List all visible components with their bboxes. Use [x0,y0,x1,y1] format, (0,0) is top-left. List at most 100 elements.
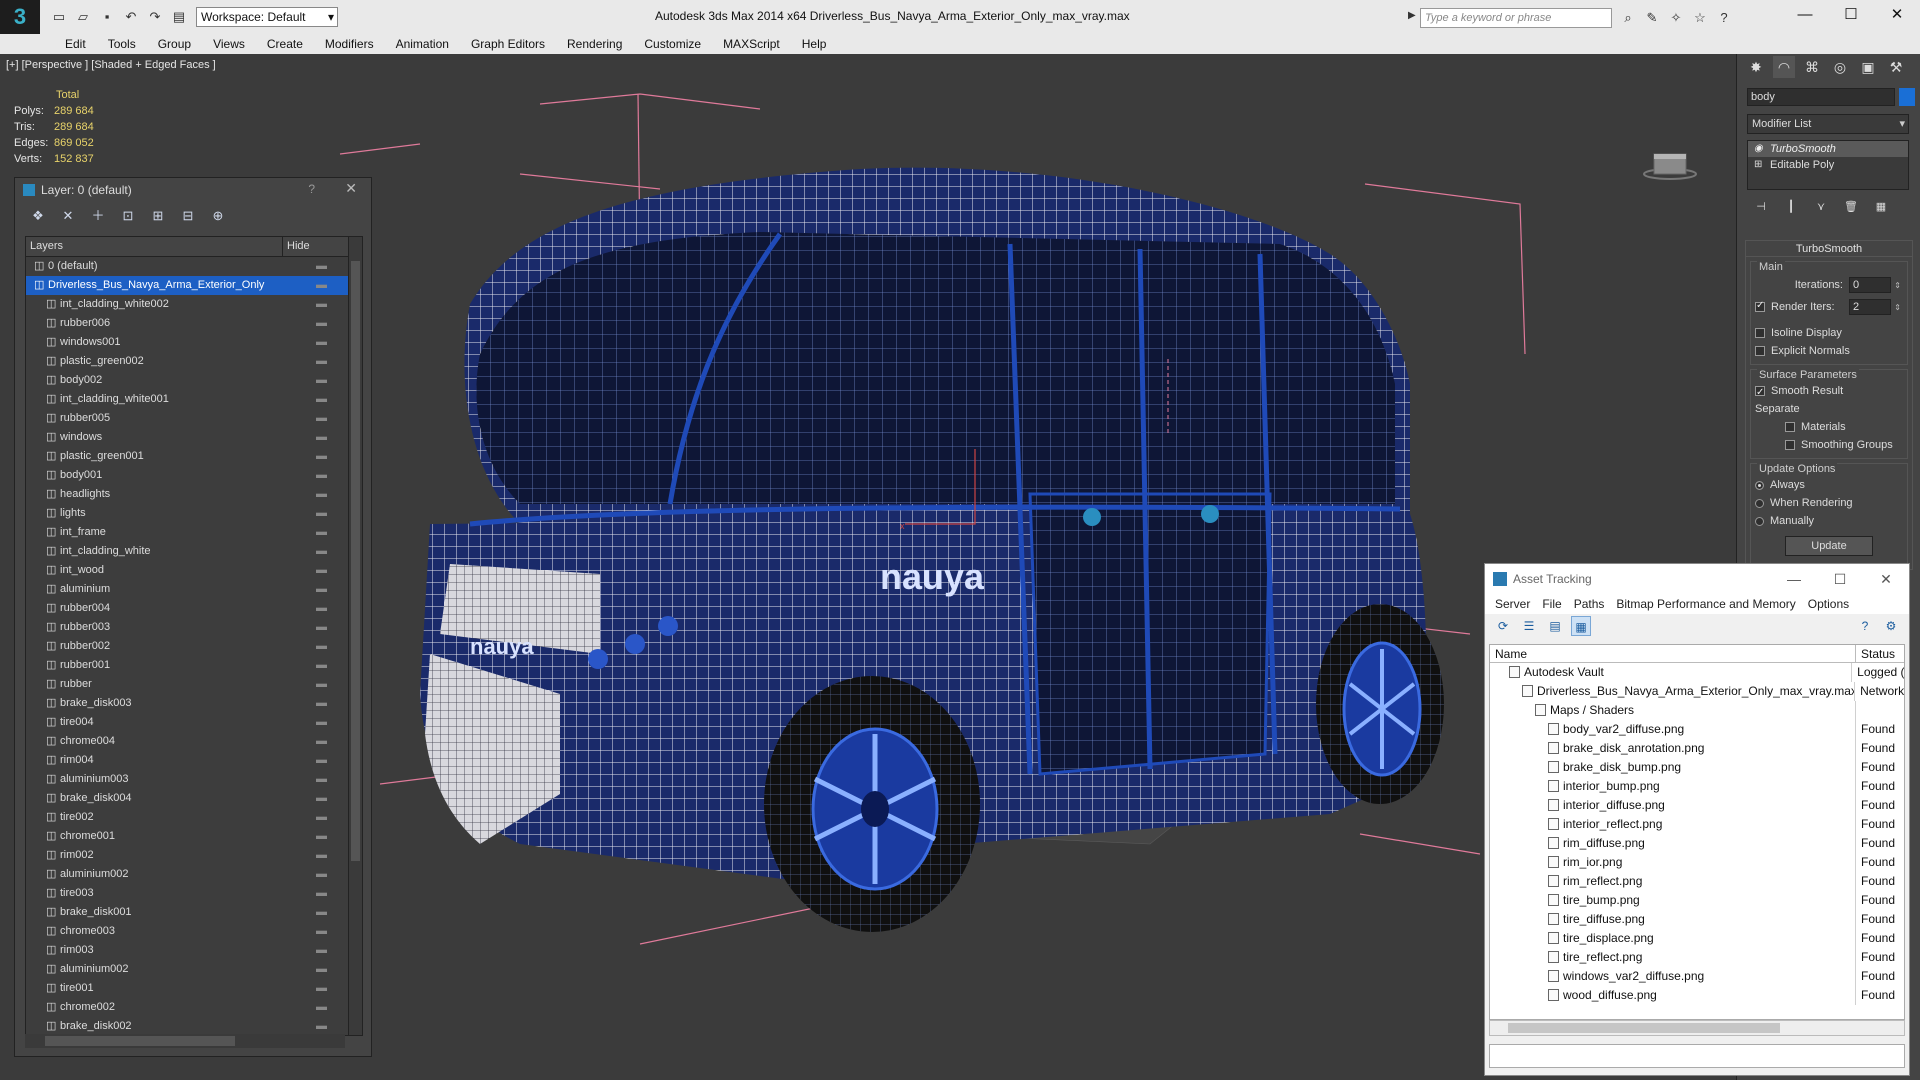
object-row[interactable]: ◫ tire004 ▬ [26,713,362,732]
viewcube-icon[interactable] [1642,150,1698,180]
asset-row[interactable]: brake_disk_bump.png Found [1490,758,1904,777]
stack-item-editable-poly[interactable]: ⊞ Editable Poly [1748,157,1908,173]
hide-toggle-icon[interactable]: ▬ [316,637,327,656]
always-radio[interactable] [1755,480,1764,490]
object-row[interactable]: ◫ rubber003 ▬ [26,618,362,637]
asset-row[interactable]: Driverless_Bus_Navya_Arma_Exterior_Only_… [1490,682,1904,701]
modify-tab-icon[interactable]: ◠ [1773,56,1795,78]
object-row[interactable]: ◫ tire003 ▬ [26,884,362,903]
hide-toggle-icon[interactable]: ▬ [316,865,327,884]
hide-toggle-icon[interactable]: ▬ [316,998,327,1017]
asset-row[interactable]: Maps / Shaders [1490,701,1904,720]
pin-stack-icon[interactable]: ⊣ [1753,198,1769,216]
hide-toggle-icon[interactable]: ▬ [316,979,327,998]
create-tab-icon[interactable]: ✸ [1745,56,1767,78]
object-row[interactable]: ◫ int_cladding_white001 ▬ [26,390,362,409]
menu-edit[interactable]: Edit [54,37,97,51]
isoline-checkbox[interactable] [1755,328,1765,339]
object-row[interactable]: ◫ int_frame ▬ [26,523,362,542]
asset-row[interactable]: windows_var2_diffuse.png Found [1490,967,1904,986]
redo-icon[interactable]: ↷ [144,7,166,27]
asset-row[interactable]: interior_reflect.png Found [1490,815,1904,834]
object-row[interactable]: ◫ rubber001 ▬ [26,656,362,675]
display-tab-icon[interactable]: ▣ [1857,56,1879,78]
asset-tracking-titlebar[interactable]: Asset Tracking — ☐ ✕ [1485,564,1909,594]
hide-toggle-icon[interactable]: ▬ [316,732,327,751]
render-iters-spinner[interactable]: 2 [1849,299,1891,315]
show-end-result-icon[interactable]: ┃ [1783,198,1799,216]
object-row[interactable]: ◫ chrome004 ▬ [26,732,362,751]
search-expand-icon[interactable]: ▶ [1408,10,1416,21]
hide-toggle-icon[interactable]: ▬ [316,599,327,618]
hide-column-header[interactable]: Hide [282,237,322,256]
select-objects-icon[interactable]: ⊡ [119,207,137,225]
motion-tab-icon[interactable]: ◎ [1829,56,1851,78]
hide-toggle-icon[interactable]: ▬ [316,257,327,276]
hide-toggle-icon[interactable]: ▬ [316,884,327,903]
menu-group[interactable]: Group [147,37,202,51]
asset-menu-server[interactable]: Server [1489,597,1536,611]
hierarchy-tab-icon[interactable]: ⌘ [1801,56,1823,78]
thumbnail-view-icon[interactable]: ▤ [1545,616,1565,636]
iterations-spinner[interactable]: 0 [1849,277,1891,293]
menu-tools[interactable]: Tools [97,37,147,51]
asset-row[interactable]: Autodesk Vault Logged ( [1490,663,1904,682]
hide-toggle-icon[interactable]: ▬ [316,428,327,447]
menu-animation[interactable]: Animation [385,37,460,51]
hide-toggle-icon[interactable]: ▬ [316,371,327,390]
hide-toggle-icon[interactable]: ▬ [316,618,327,637]
object-row[interactable]: ◫ rim003 ▬ [26,941,362,960]
asset-menu-options[interactable]: Options [1802,597,1855,611]
hide-toggle-icon[interactable]: ▬ [316,542,327,561]
update-button[interactable]: Update [1785,536,1873,556]
expand-plus-icon[interactable]: ⊞ [1754,157,1762,173]
configure-modifier-sets-icon[interactable]: ▦ [1873,198,1889,216]
app-logo-icon[interactable]: 3 [0,0,40,34]
hide-toggle-icon[interactable]: ▬ [316,580,327,599]
layers-column-header[interactable]: Layers [26,237,282,256]
asset-menu-paths[interactable]: Paths [1568,597,1611,611]
asset-help-icon[interactable]: ? [1855,616,1875,636]
asset-menu-file[interactable]: File [1536,597,1567,611]
close-button[interactable]: ✕ [1874,0,1920,30]
hide-toggle-icon[interactable]: ▬ [316,941,327,960]
hide-toggle-icon[interactable]: ▬ [316,295,327,314]
rollout-title[interactable]: TurboSmooth [1746,241,1912,257]
object-row[interactable]: ◫ aluminium ▬ [26,580,362,599]
binoculars-icon[interactable]: ⌕ [1618,8,1638,28]
object-color-swatch[interactable] [1899,88,1915,106]
asset-row[interactable]: brake_disk_anrotation.png Found [1490,739,1904,758]
object-row[interactable]: ◫ int_wood ▬ [26,561,362,580]
hide-toggle-icon[interactable]: ▬ [316,485,327,504]
name-column-header[interactable]: Name [1490,645,1856,662]
hide-toggle-icon[interactable]: ▬ [316,846,327,865]
open-file-icon[interactable]: ▱ [72,7,94,27]
menu-create[interactable]: Create [256,37,314,51]
hide-toggle-icon[interactable]: ▬ [316,409,327,428]
asset-list[interactable]: Name Status Autodesk Vault Logged (Driver… [1489,644,1905,1020]
object-row[interactable]: ◫ rubber006 ▬ [26,314,362,333]
hide-toggle-icon[interactable]: ▬ [316,960,327,979]
asset-row[interactable]: interior_bump.png Found [1490,777,1904,796]
layer-row-default[interactable]: ◫ 0 (default) ▬ [26,257,362,276]
hide-toggle-icon[interactable]: ▬ [316,751,327,770]
hide-toggle-icon[interactable]: ▬ [316,561,327,580]
lightbulb-icon[interactable]: ◉ [1754,141,1763,157]
communication-icon[interactable]: ✧ [1666,8,1686,28]
add-to-layer-icon[interactable]: ＋ [89,207,107,225]
object-row[interactable]: ◫ tire001 ▬ [26,979,362,998]
explicit-normals-checkbox[interactable] [1755,346,1765,357]
menu-help[interactable]: Help [791,37,838,51]
hide-toggle-icon[interactable]: ▬ [316,523,327,542]
asset-row[interactable]: interior_diffuse.png Found [1490,796,1904,815]
object-row[interactable]: ◫ plastic_green002 ▬ [26,352,362,371]
object-row[interactable]: ◫ windows ▬ [26,428,362,447]
hide-toggle-icon[interactable]: ▬ [316,808,327,827]
object-row[interactable]: ◫ rim004 ▬ [26,751,362,770]
object-row[interactable]: ◫ chrome003 ▬ [26,922,362,941]
smooth-result-checkbox[interactable] [1755,384,1765,402]
utilities-tab-icon[interactable]: ⚒ [1885,56,1907,78]
layer-panel-header[interactable]: Layer: 0 (default) ? ✕ [15,178,371,202]
hide-toggle-icon[interactable]: ▬ [316,789,327,808]
hide-toggle-icon[interactable]: ▬ [316,447,327,466]
